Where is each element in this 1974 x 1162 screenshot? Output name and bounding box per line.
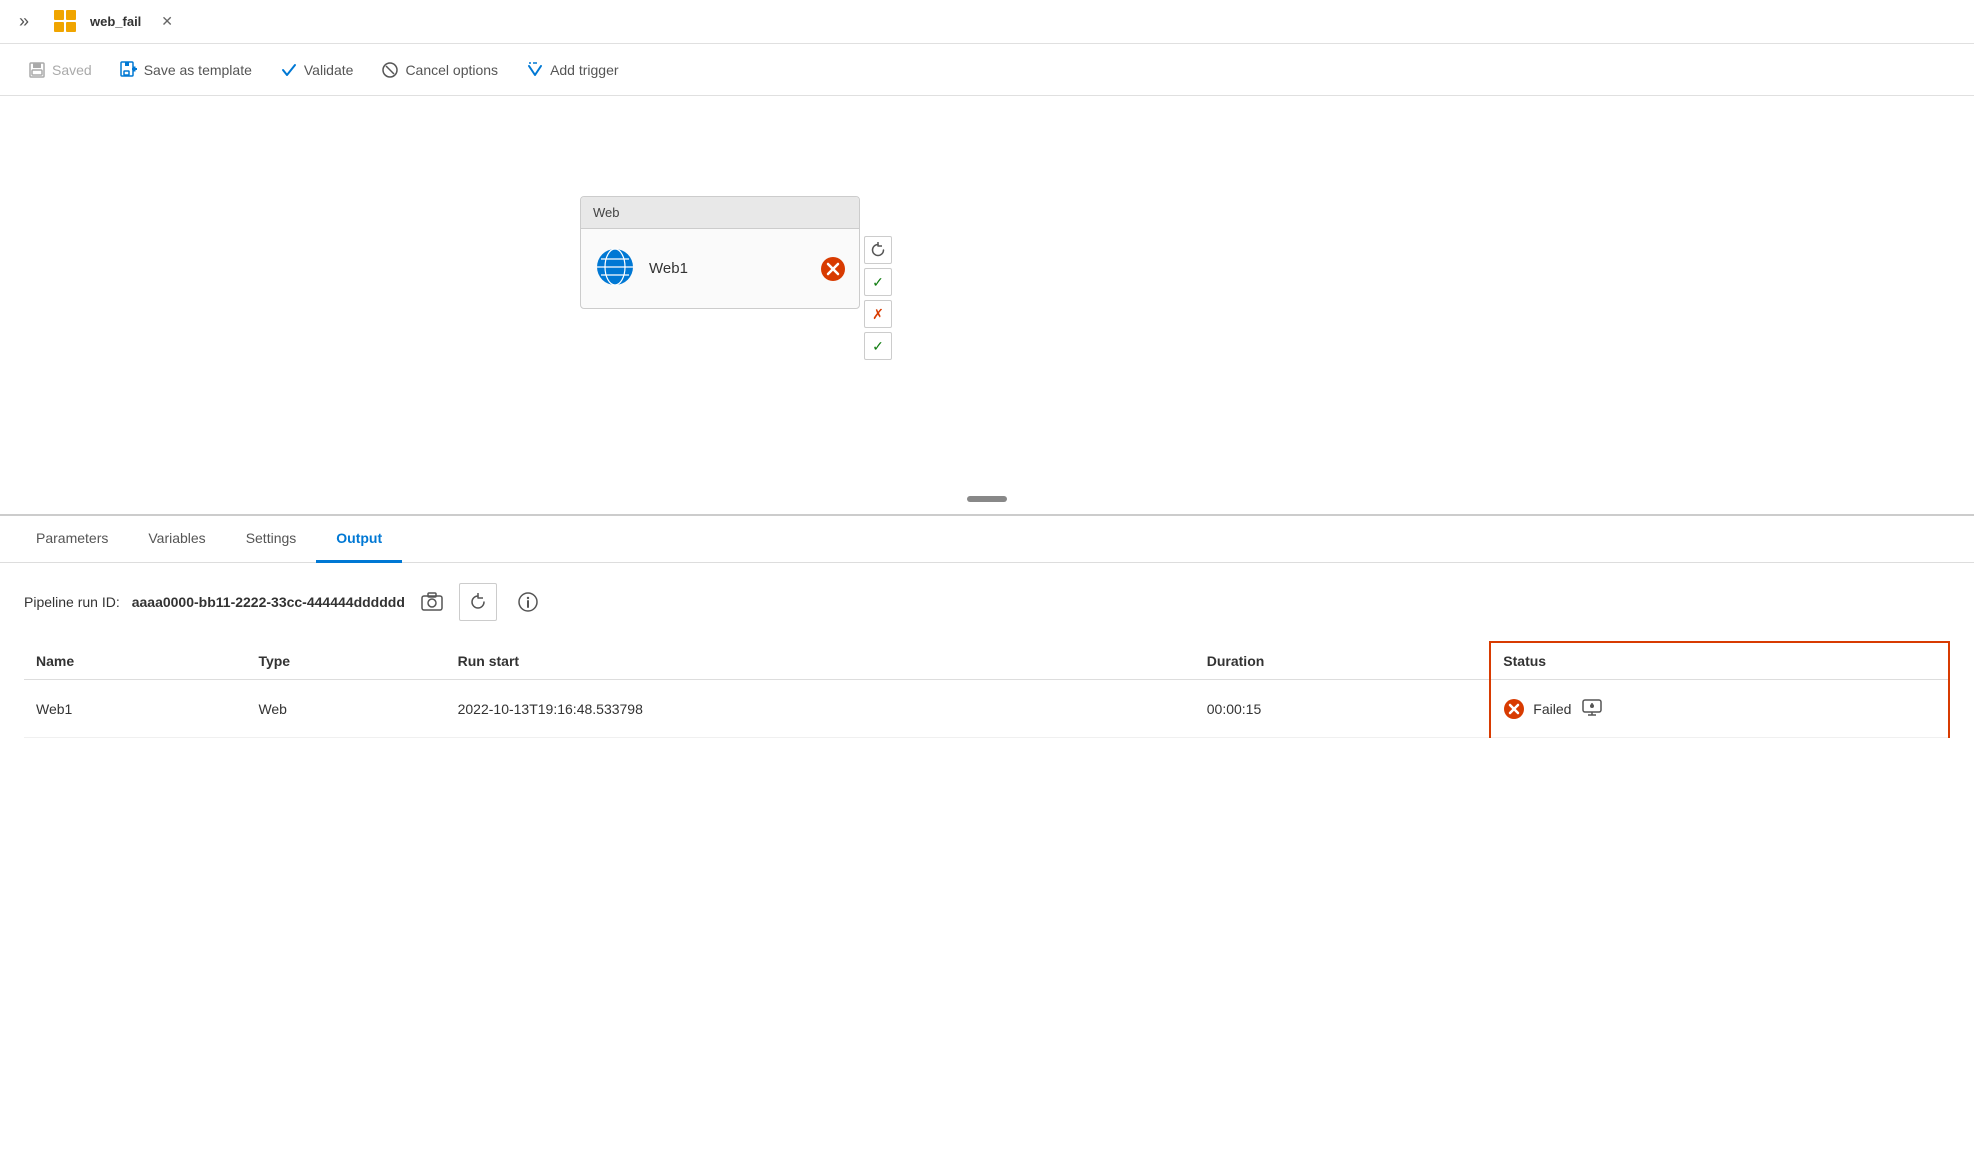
info-icon [518, 592, 538, 612]
status-alert-button[interactable] [1579, 694, 1605, 723]
table-row: Web1 Web 2022-10-13T19:16:48.533798 00:0… [24, 680, 1949, 738]
x-icon: ✗ [872, 306, 884, 323]
validate-button[interactable]: Validate [268, 55, 366, 85]
save-template-label: Save as template [144, 62, 252, 78]
toolbar: Saved Save as template Validate Cancel o… [0, 44, 1974, 96]
col-header-status: Status [1490, 642, 1949, 680]
refresh-run-button[interactable] [459, 583, 497, 621]
node-error-button[interactable] [819, 255, 847, 283]
add-trigger-button[interactable]: Add trigger [514, 55, 630, 85]
col-header-name: Name [24, 642, 246, 680]
status-alert-icon [1581, 696, 1603, 718]
node-body: Web1 [581, 229, 859, 308]
col-header-duration: Duration [1195, 642, 1491, 680]
cell-duration: 00:00:15 [1195, 680, 1491, 738]
save-icon [28, 61, 46, 79]
add-trigger-icon [526, 61, 544, 79]
node-name: Web1 [649, 260, 807, 277]
tab-variables[interactable]: Variables [128, 516, 225, 563]
output-panel: Pipeline run ID: aaaa0000-bb11-2222-33cc… [0, 563, 1974, 758]
save-as-template-button[interactable]: Save as template [108, 55, 264, 85]
node-action-x[interactable]: ✗ [864, 300, 892, 328]
copy-run-id-button[interactable] [417, 587, 447, 617]
save-template-icon [120, 61, 138, 79]
refresh-run-icon [469, 593, 487, 611]
saved-label: Saved [52, 62, 92, 78]
output-table: Name Type Run start Duration Status Web1… [24, 641, 1950, 738]
status-text: Failed [1533, 701, 1571, 717]
cancel-options-label: Cancel options [405, 62, 498, 78]
check-icon-1: ✓ [872, 274, 884, 291]
col-header-run-start: Run start [446, 642, 1195, 680]
pipeline-node-web[interactable]: Web Web1 [580, 196, 860, 309]
cancel-options-button[interactable]: Cancel options [369, 55, 510, 85]
pipeline-run-id: aaaa0000-bb11-2222-33cc-444444dddddd [132, 594, 405, 610]
camera-icon [421, 591, 443, 613]
tab-output[interactable]: Output [316, 516, 402, 563]
status-error-icon [1503, 698, 1525, 720]
node-action-refresh[interactable] [864, 236, 892, 264]
tab-close-button[interactable]: ✕ [155, 11, 179, 32]
tab-bar: » web_fail ✕ [0, 0, 1974, 44]
tab-title: web_fail [86, 14, 149, 29]
cell-status: Failed [1490, 680, 1949, 738]
validate-label: Validate [304, 62, 354, 78]
check-icon-2: ✓ [872, 338, 884, 355]
info-button[interactable] [509, 583, 547, 621]
refresh-icon [870, 242, 886, 258]
node-header: Web [581, 197, 859, 229]
node-error-icon [820, 256, 846, 282]
node-side-actions: ✓ ✗ ✓ [864, 236, 892, 360]
nav-chevron[interactable]: » [8, 6, 40, 38]
collapse-handle[interactable] [967, 496, 1007, 502]
pipeline-canvas[interactable]: Web Web1 [0, 96, 1974, 516]
tab-parameters[interactable]: Parameters [16, 516, 128, 563]
pipeline-node-wrapper: Web Web1 [580, 196, 892, 360]
node-action-check-2[interactable]: ✓ [864, 332, 892, 360]
app-logo: web_fail ✕ [40, 8, 191, 36]
validate-icon [280, 61, 298, 79]
saved-button[interactable]: Saved [16, 55, 104, 85]
bottom-tabs: Parameters Variables Settings Output [0, 516, 1974, 563]
add-trigger-label: Add trigger [550, 62, 618, 78]
tab-settings[interactable]: Settings [226, 516, 317, 563]
adf-logo-icon [52, 8, 80, 36]
cancel-icon [381, 61, 399, 79]
globe-icon [593, 245, 637, 292]
pipeline-run-row: Pipeline run ID: aaaa0000-bb11-2222-33cc… [24, 583, 1950, 621]
cell-run-start: 2022-10-13T19:16:48.533798 [446, 680, 1195, 738]
cell-type: Web [246, 680, 445, 738]
pipeline-run-label: Pipeline run ID: [24, 594, 120, 610]
col-header-type: Type [246, 642, 445, 680]
node-action-check-1[interactable]: ✓ [864, 268, 892, 296]
cell-name: Web1 [24, 680, 246, 738]
